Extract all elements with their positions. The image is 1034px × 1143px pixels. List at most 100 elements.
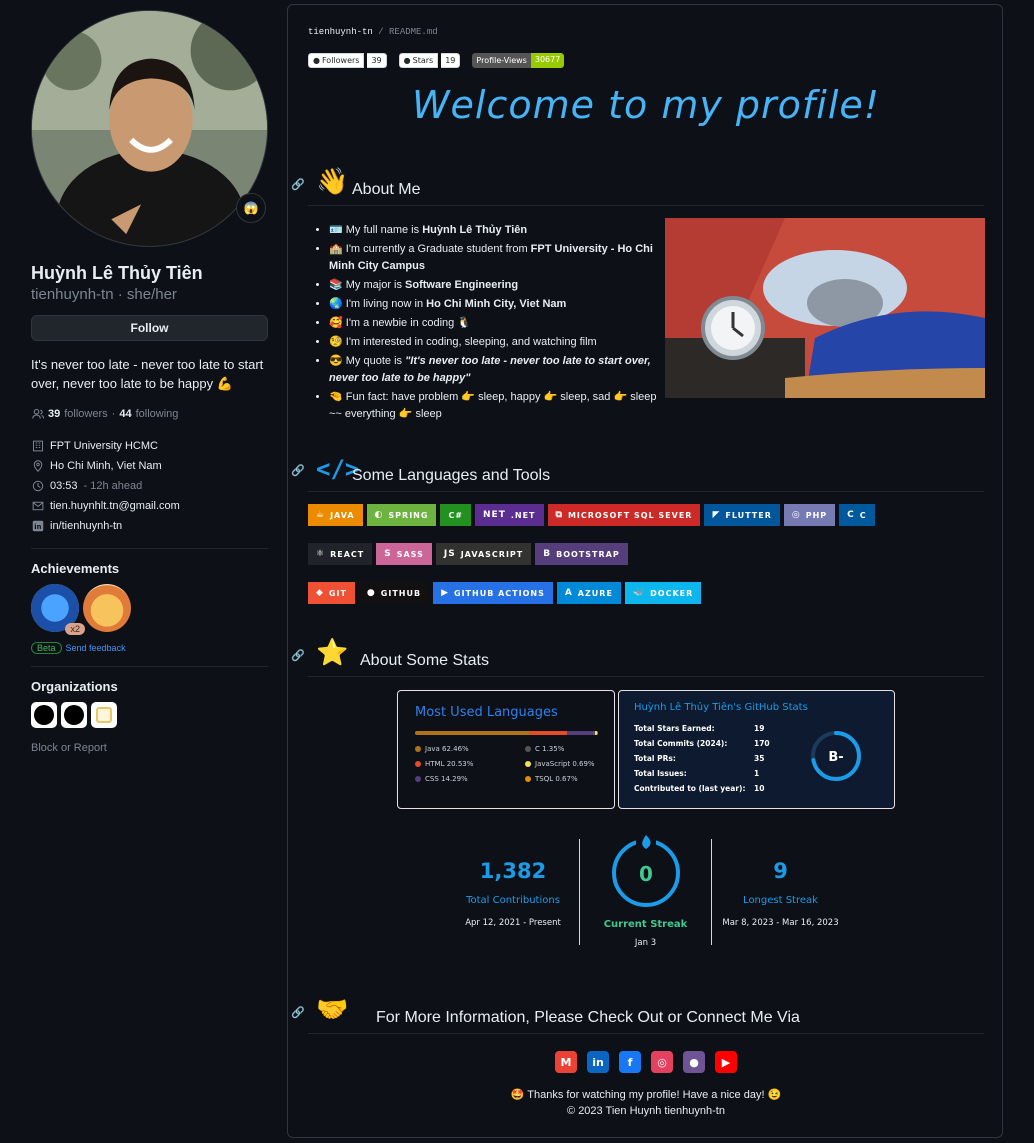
shield-value: 30677 xyxy=(530,53,565,68)
language-bar-segment xyxy=(529,731,567,735)
tool-icon: ◆ xyxy=(316,588,324,598)
avatar-image xyxy=(32,11,267,246)
about-item: 🤏 Fun fact: have problem 👉 sleep, happy … xyxy=(329,389,665,423)
follow-button[interactable]: Follow xyxy=(31,315,268,341)
org-lightning-icon[interactable] xyxy=(61,702,87,728)
anchor-link-icon[interactable]: 🔗 xyxy=(291,649,305,662)
about-item: 🪪 My full name is Huỳnh Lê Thủy Tiên xyxy=(329,222,665,239)
connect-heading: 🔗 🤝 For More Information, Please Check O… xyxy=(291,994,984,1034)
block-or-report-link[interactable]: Block or Report xyxy=(31,742,268,754)
tools-row-1: ☕ Java ◐ Spring C# NET .Net ⧉ Microsoft SQL Seve… xyxy=(308,504,875,526)
tool-label: GitHub xyxy=(380,588,422,598)
about-item-emoji: 🌏 xyxy=(329,298,346,310)
youtube-icon[interactable]: ▶ xyxy=(715,1051,737,1073)
tool-badge: NET .Net xyxy=(475,504,544,526)
linkedin-link[interactable]: in/tienhuynh-tn xyxy=(50,520,122,532)
stat-value: 19 xyxy=(754,724,765,733)
mail-icon xyxy=(31,500,44,513)
following-count[interactable]: 44 xyxy=(119,408,131,420)
shield-value: 19 xyxy=(441,53,461,68)
detail-linkedin: in in/tienhuynh-tn xyxy=(31,516,268,536)
anchor-link-icon[interactable]: 🔗 xyxy=(291,1006,305,1019)
achievement-shark-badge[interactable]: x2 xyxy=(31,584,85,635)
followers-shield[interactable]: ● Followers 39 xyxy=(308,53,387,68)
followers-count[interactable]: 39 xyxy=(48,408,60,420)
language-bar-segment xyxy=(596,731,598,735)
linkedin-icon[interactable]: in xyxy=(587,1051,609,1073)
stat-label: Contributed to (last year): xyxy=(634,784,746,793)
anchor-link-icon[interactable]: 🔗 xyxy=(291,464,305,477)
section-title: For More Information, Please Check Out o… xyxy=(376,1009,800,1026)
gmail-icon[interactable]: M xyxy=(555,1051,577,1073)
tool-label: C# xyxy=(448,510,464,520)
svg-text:in: in xyxy=(34,523,41,531)
breadcrumb-repo[interactable]: tienhuynh-tn xyxy=(308,27,373,37)
tool-label: Java xyxy=(330,510,355,520)
about-item-bold: Ho Chi Minh City, Viet Nam xyxy=(426,298,567,310)
about-item-text: My quote is xyxy=(345,355,406,367)
linkedin-icon: in xyxy=(31,520,44,533)
language-dot xyxy=(415,776,421,782)
about-item: 📚 My major is Software Engineering xyxy=(329,277,665,294)
social-links: Min f ◎ ● ▶ xyxy=(288,1051,1004,1073)
stars-shield[interactable]: ● Stars 19 xyxy=(398,53,461,68)
longest-streak-value: 9 xyxy=(773,859,788,883)
streak-divider xyxy=(579,839,580,945)
sleeping-cat-gif xyxy=(665,218,985,398)
organizations-heading: Organizations xyxy=(31,679,118,694)
language-dot xyxy=(525,776,531,782)
tool-badge: C# xyxy=(440,504,472,526)
profile-bio: It's never too late - never too late to … xyxy=(31,357,264,391)
languages-tools-heading: 🔗 </> Some Languages and Tools xyxy=(291,455,984,492)
about-item-text: I'm currently a Graduate student from xyxy=(345,243,531,255)
language-legend-label: C 1.35% xyxy=(535,745,565,753)
github-icon[interactable]: ● xyxy=(683,1051,705,1073)
stat-row: Contributed to (last year): 10 xyxy=(634,784,794,799)
email-link[interactable]: tien.huynhlt.tn@gmail.com xyxy=(50,500,180,512)
tool-icon: ◤ xyxy=(712,510,721,520)
send-feedback-link[interactable]: Send feedback xyxy=(66,643,126,653)
about-item: 🧐 I'm interested in coding, sleeping, an… xyxy=(329,334,665,351)
tool-icon: NET xyxy=(483,510,506,520)
handshake-icon: 🤝 xyxy=(316,994,349,1024)
achievements-list: x2 xyxy=(31,584,268,635)
org-github-icon[interactable] xyxy=(31,702,57,728)
tool-badge: ◐ Spring xyxy=(366,504,437,526)
waving-hand-icon: 👋 xyxy=(316,166,349,196)
current-streak-value: 0 xyxy=(639,862,653,886)
tool-icon: ◎ xyxy=(791,510,801,520)
facebook-icon[interactable]: f xyxy=(619,1051,641,1073)
status-emoji[interactable]: 😱 xyxy=(236,193,266,223)
tool-badge: ● GitHub xyxy=(358,582,430,604)
stats-heading: 🔗 ⭐ About Some Stats xyxy=(291,637,984,677)
anchor-link-icon[interactable]: 🔗 xyxy=(291,178,305,191)
followers-link[interactable]: followers xyxy=(64,408,107,420)
achievements-heading[interactable]: Achievements xyxy=(31,561,268,576)
avatar-container: 😱 xyxy=(31,10,268,247)
tool-icon: JS xyxy=(443,549,456,559)
clock-icon xyxy=(31,480,44,493)
breadcrumb-file[interactable]: README.md xyxy=(389,27,438,37)
tool-badge: ◆ Git xyxy=(308,582,355,604)
following-link[interactable]: following xyxy=(136,408,179,420)
total-contributions: 1,382 Total Contributions Apr 12, 2021 -… xyxy=(448,859,578,928)
github-stats-card: Huỳnh Lê Thủy Tiên's GitHub Stats Total … xyxy=(618,690,895,809)
rank-grade: B- xyxy=(828,750,843,765)
org-notes-icon[interactable] xyxy=(91,702,117,728)
tool-badge: ⧉ Microsoft SQL Sever xyxy=(547,504,701,526)
profile-views-shield[interactable]: Profile-Views 30677 xyxy=(472,53,565,68)
stat-label: Total Commits (2024): xyxy=(634,739,728,748)
building-icon xyxy=(31,440,44,453)
section-title: About Some Stats xyxy=(360,652,489,669)
achievement-cowboy-badge[interactable] xyxy=(83,584,131,632)
tool-icon: ● xyxy=(366,588,376,598)
tool-icon: 🐳 xyxy=(632,588,646,598)
language-legend-label: TSQL 0.67% xyxy=(535,775,578,783)
avatar[interactable] xyxy=(31,10,268,247)
tool-label: .Net xyxy=(510,510,536,520)
about-me-heading: 🔗 👋 About Me xyxy=(291,166,984,206)
tool-label: Spring xyxy=(388,510,429,520)
language-legend-label: HTML 20.53% xyxy=(425,760,474,768)
instagram-icon[interactable]: ◎ xyxy=(651,1051,673,1073)
stats-rows: Total Stars Earned: 19 Total Commits (2024… xyxy=(634,724,794,799)
